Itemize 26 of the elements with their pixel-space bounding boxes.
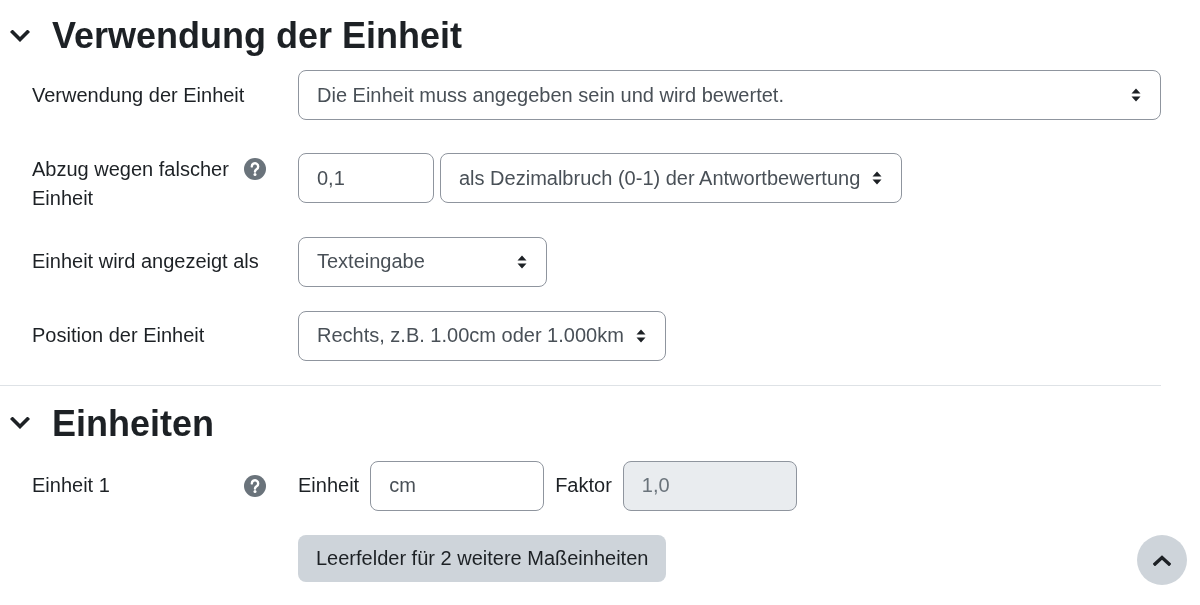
dropdown[interactable]: Die Einheit muss angegeben sein und wird bewertet. [298, 70, 1161, 120]
updown-arrows-icon [517, 254, 527, 269]
back-to-top-button[interactable] [1137, 535, 1187, 585]
chevron-up-icon [1153, 554, 1171, 566]
field-label: Abzug wegen falscher Einheit [32, 156, 230, 211]
input-field[interactable]: cm [370, 460, 545, 511]
updown-arrows-icon [635, 328, 646, 343]
chevron-icon[interactable] [10, 29, 30, 42]
section-heading: Verwendung der Einheit [52, 14, 463, 57]
field-label: Position der Einheit [32, 323, 206, 348]
field-label: Einheit 1 [32, 473, 111, 498]
field-label: Faktor [555, 473, 612, 498]
dropdown[interactable]: als Dezimalbruch (0-1) der Antwortbewertung [440, 153, 903, 204]
updown-arrows-icon [1131, 88, 1141, 102]
dropdown[interactable]: Rechts, z.B. 1.00cm oder 1.000km [298, 310, 666, 361]
field-label: Einheit wird angezeigt als [32, 249, 260, 274]
field-label: Verwendung der Einheit [32, 82, 246, 108]
add-units-button[interactable]: Leerfelder für 2 weitere Maßeinheiten [298, 534, 667, 582]
help-icon[interactable] [244, 474, 266, 497]
chevron-icon[interactable] [10, 417, 30, 429]
section-heading: Einheiten [52, 401, 215, 445]
help-icon[interactable] [244, 158, 266, 180]
updown-arrows-icon [872, 171, 883, 186]
field-label: Einheit [298, 473, 360, 498]
input-field[interactable]: 0,1 [298, 153, 434, 204]
dropdown[interactable]: Texteingabe [298, 236, 547, 287]
